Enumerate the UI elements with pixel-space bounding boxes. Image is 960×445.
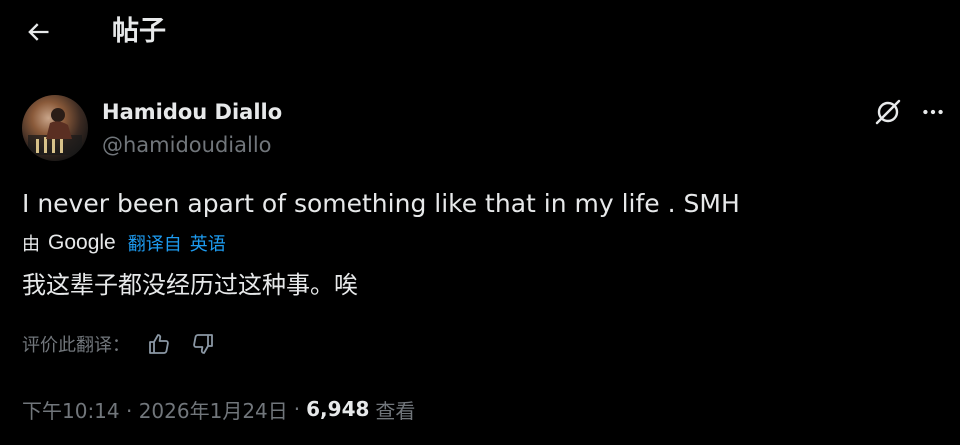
author-display-name[interactable]: Hamidou Diallo [102,98,282,126]
grok-button[interactable] [870,94,906,130]
post-text: I never been apart of something like tha… [22,189,740,218]
rate-translation-label: 评价此翻译： [22,335,130,356]
more-horizontal-icon [923,109,943,115]
translated-by-label: 由 [22,234,40,255]
page-title: 帖子 [112,16,166,47]
avatar[interactable] [22,95,88,161]
thumbs-up-icon [149,334,169,354]
translation-attribution: 由 Google 翻译自 英语 [22,229,226,257]
post-timestamp[interactable]: 下午10:14 · 2026年1月24日 [22,395,288,424]
grok-icon [875,99,901,125]
meta-separator: · [293,397,301,421]
translated-text: 我这辈子都没经历过这种事。唉 [22,271,358,299]
more-options-button[interactable] [915,94,951,130]
rate-translation-row: 评价此翻译： [22,329,232,359]
back-button[interactable] [18,12,58,52]
thumbs-up-button[interactable] [144,329,174,359]
views-label: 查看 [375,398,416,423]
source-language-link[interactable]: 英语 [190,230,226,256]
post-meta: 下午10:14 · 2026年1月24日 · 6,948 查看 [22,394,415,424]
translated-from-link[interactable]: 翻译自 [128,230,182,256]
thumbs-down-button[interactable] [188,329,218,359]
thumbs-down-icon [193,334,213,354]
views-count: 6,948 [306,397,370,421]
author-handle[interactable]: @hamidoudiallo [102,131,272,159]
top-header: 帖子 [0,0,960,64]
arrow-left-icon [28,23,49,41]
google-logo: Google [48,231,116,254]
